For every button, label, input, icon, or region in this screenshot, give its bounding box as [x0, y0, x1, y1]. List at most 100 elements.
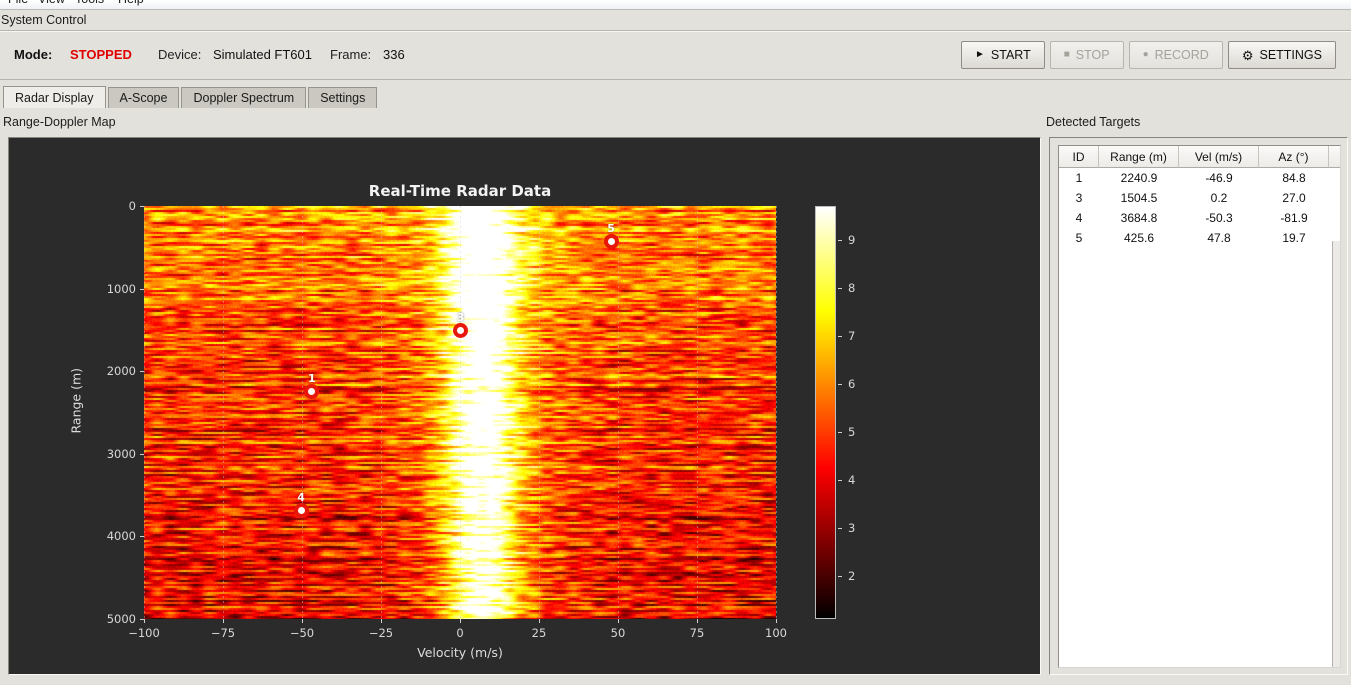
cell-id: 5 — [1075, 231, 1083, 245]
y-tick-label: 3000 — [106, 446, 136, 461]
table-row[interactable]: 5 425.6 47.8 19.7 — [1059, 228, 1340, 248]
y-tick-label: 0 — [128, 199, 136, 213]
colorbar-tick-label: 4 — [848, 472, 856, 487]
y-tick-label: 5000 — [106, 612, 136, 626]
target-marker[interactable] — [304, 383, 320, 399]
tab-a-scope[interactable]: A-Scope — [107, 87, 180, 108]
x-gridline — [776, 206, 777, 619]
x-gridline — [618, 206, 619, 619]
target-marker-label: 3 — [456, 311, 465, 325]
colorbar-tick-label: 8 — [848, 280, 856, 295]
plot-title: Real-Time Radar Data — [368, 182, 552, 200]
record-button-label: RECORD — [1154, 48, 1209, 62]
range-doppler-map-caption: Range-Doppler Map — [3, 115, 116, 129]
colorbar-tick-mark — [838, 431, 842, 433]
gear-icon: ⚙ — [1241, 47, 1254, 63]
cell-range: 3684.8 — [1120, 211, 1158, 225]
tab-doppler-spectrum[interactable]: Doppler Spectrum — [181, 87, 307, 108]
y-axis-label: Range (m) — [68, 367, 84, 434]
settings-button[interactable]: ⚙ SETTINGS — [1227, 41, 1336, 69]
x-axis-label: Velocity (m/s) — [417, 645, 503, 660]
start-button[interactable]: ► START — [961, 41, 1045, 69]
cell-az: 27.0 — [1282, 191, 1306, 205]
colorbar-tick-label: 2 — [848, 568, 856, 583]
target-marker[interactable] — [453, 322, 469, 338]
table-row[interactable]: 4 3684.8 -50.3 -81.9 — [1059, 208, 1340, 228]
colorbar-tick-mark — [838, 287, 842, 289]
column-header-range[interactable]: Range (m) — [1099, 146, 1179, 168]
x-tick-mark — [460, 619, 461, 623]
tab-radar-display[interactable]: Radar Display — [3, 86, 106, 108]
stop-button[interactable]: ■ STOP — [1049, 41, 1124, 69]
colorbar-tick-mark — [838, 527, 842, 529]
x-tick-mark — [381, 619, 382, 623]
target-marker[interactable] — [293, 502, 309, 518]
colorbar-tick-mark — [838, 335, 842, 337]
cell-az: 84.8 — [1282, 171, 1306, 185]
x-tick-label: −25 — [368, 626, 394, 640]
colorbar-tick-label: 7 — [848, 328, 856, 343]
x-tick-mark — [618, 619, 619, 623]
settings-button-label: SETTINGS — [1259, 48, 1322, 62]
device-value: Simulated FT601 — [213, 47, 312, 62]
cell-vel: 0.2 — [1210, 191, 1228, 205]
target-marker[interactable] — [603, 233, 619, 249]
column-header-id[interactable]: ID — [1059, 146, 1099, 168]
start-button-label: START — [990, 48, 1031, 62]
mode-label: Mode: — [14, 47, 53, 62]
menu-bar: File View Tools Help — [0, 0, 1351, 10]
y-tick-mark — [140, 619, 144, 620]
cell-vel: 47.8 — [1207, 231, 1231, 245]
cell-id: 3 — [1075, 191, 1083, 205]
table-header-row: ID Range (m) Vel (m/s) Az (°) — [1059, 146, 1340, 168]
y-tick-mark — [140, 453, 144, 455]
x-gridline — [302, 206, 303, 619]
column-header-az[interactable]: Az (°) — [1259, 146, 1329, 168]
x-tick-mark — [302, 619, 303, 623]
table-row[interactable]: 3 1504.5 0.2 27.0 — [1059, 188, 1340, 208]
y-tick-label: 2000 — [106, 364, 136, 379]
menu-item-file[interactable]: File — [8, 0, 28, 9]
x-gridline — [539, 206, 540, 619]
cell-range: 2240.9 — [1120, 171, 1158, 185]
detected-targets-panel: ID Range (m) Vel (m/s) Az (°) 1 2240.9 -… — [1049, 137, 1348, 675]
cell-az: -81.9 — [1280, 211, 1308, 225]
x-tick-mark — [539, 619, 540, 623]
x-tick-label: −50 — [289, 626, 315, 640]
cell-az: 19.7 — [1282, 231, 1306, 245]
x-tick-label: 75 — [689, 626, 705, 640]
cell-id: 4 — [1075, 211, 1083, 225]
system-control-group-title: System Control — [1, 13, 87, 27]
colorbar-tick-mark — [838, 383, 842, 385]
cell-vel: -46.9 — [1205, 171, 1233, 185]
control-buttons: ► START ■ STOP ● RECORD ⚙ SETTINGS — [961, 41, 1336, 69]
menu-item-tools[interactable]: Tools — [75, 0, 104, 9]
x-tick-label: 100 — [765, 626, 787, 640]
x-gridline — [223, 206, 224, 619]
menu-item-help[interactable]: Help — [118, 0, 144, 9]
x-gridline — [460, 206, 461, 619]
y-tick-mark — [140, 206, 144, 207]
colorbar-tick-mark — [838, 479, 842, 481]
x-tick-label: 50 — [610, 626, 626, 640]
table-scrollbar[interactable] — [1332, 241, 1340, 667]
y-tick-mark — [140, 371, 144, 373]
detected-targets-caption: Detected Targets — [1046, 115, 1141, 129]
x-tick-label: 0 — [456, 626, 464, 640]
table-row[interactable]: 1 2240.9 -46.9 84.8 — [1059, 168, 1340, 188]
play-icon: ► — [975, 49, 985, 60]
cell-vel: -50.3 — [1205, 211, 1233, 225]
frame-value: 336 — [383, 47, 405, 62]
column-header-filler — [1329, 146, 1340, 168]
record-button[interactable]: ● RECORD — [1128, 41, 1223, 69]
menu-item-view[interactable]: View — [38, 0, 65, 9]
x-tick-mark — [776, 619, 777, 623]
target-marker-label: 5 — [607, 222, 615, 236]
colorbar-tick-mark — [838, 239, 842, 241]
column-header-vel[interactable]: Vel (m/s) — [1179, 146, 1259, 168]
tab-settings[interactable]: Settings — [308, 87, 378, 108]
colorbar-tick-mark — [838, 575, 842, 577]
radar-display-panel: Real-Time Radar Data Velocity (m/s) Rang… — [8, 137, 1041, 675]
targets-table: ID Range (m) Vel (m/s) Az (°) 1 2240.9 -… — [1058, 145, 1341, 668]
y-tick-label: 4000 — [106, 529, 136, 544]
